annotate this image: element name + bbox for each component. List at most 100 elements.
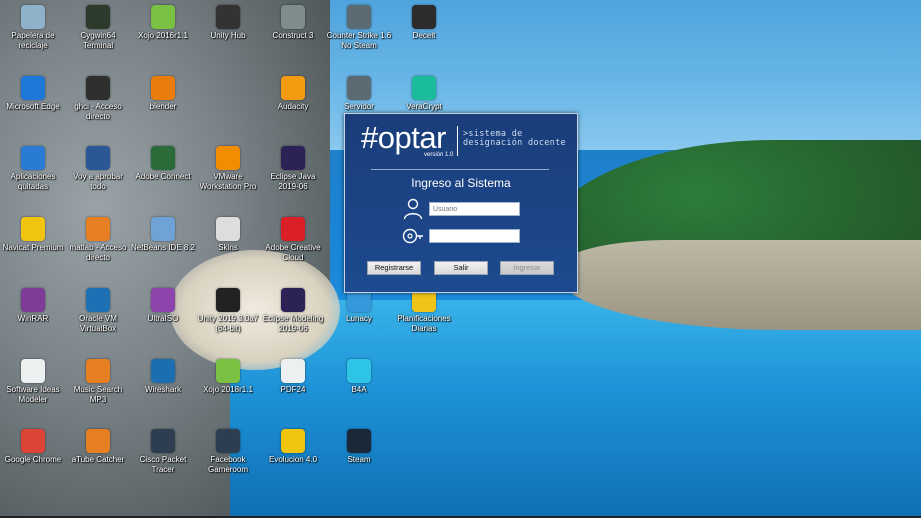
desktop-icon-label: Skins bbox=[218, 243, 238, 252]
deceit-icon bbox=[412, 5, 436, 29]
app-subtitle: >sistema de designación docente bbox=[463, 130, 566, 148]
exit-button[interactable]: Salir bbox=[434, 261, 488, 275]
username-input[interactable] bbox=[429, 202, 520, 216]
desktop-icon-label: Steam bbox=[347, 455, 371, 464]
blender-icon bbox=[151, 76, 175, 100]
desktop-icon[interactable]: PDF24 bbox=[260, 359, 326, 395]
desktop-icon-label: Xojo 2016r1.1 bbox=[138, 31, 188, 40]
audacity-icon bbox=[281, 76, 305, 100]
desktop-icon[interactable]: ghci - Acceso directo bbox=[65, 76, 131, 122]
desktop-icon[interactable]: Construct 3 bbox=[260, 5, 326, 41]
adobe-connect-icon bbox=[151, 146, 175, 170]
desktop-icon[interactable]: WinRAR bbox=[0, 288, 66, 324]
netbeans-icon bbox=[151, 217, 175, 241]
desktop-icon[interactable]: Cisco Packet Tracer bbox=[130, 429, 196, 475]
chrome-icon bbox=[21, 429, 45, 453]
desktop-icon-label: Papelera de reciclaje bbox=[11, 31, 55, 50]
desktop-icon-label: Adobe Creative Cloud bbox=[265, 243, 321, 262]
desktop-icon[interactable]: Audacity bbox=[260, 76, 326, 112]
desktop-icon[interactable]: Evolucion 4.0 bbox=[260, 429, 326, 465]
desktop-icon[interactable]: Steam bbox=[326, 429, 392, 465]
desktop-icon-label: Eclipse Java 2019-06 bbox=[270, 172, 316, 191]
desktop-icon-label: ghci - Acceso directo bbox=[74, 102, 122, 121]
xojo-icon bbox=[216, 359, 240, 383]
navicat-icon bbox=[21, 217, 45, 241]
file-icon bbox=[216, 217, 240, 241]
desktop-icon[interactable]: Wireshark bbox=[130, 359, 196, 395]
desktop-icon-label: aTube Catcher bbox=[71, 455, 125, 464]
desktop-icon[interactable]: Cygwin64 Terminal bbox=[65, 5, 131, 51]
desktop-icon[interactable]: Skins bbox=[195, 217, 261, 253]
login-heading: Ingreso al Sistema bbox=[411, 176, 511, 190]
desktop-icon-label: Adobe Connect bbox=[135, 172, 191, 181]
desktop-icon-label: B4A bbox=[351, 385, 367, 394]
veracrypt-icon bbox=[412, 76, 436, 100]
register-button[interactable]: Registrarse bbox=[367, 261, 421, 275]
desktop-icon[interactable]: Xojo 2018r1.1 bbox=[195, 359, 261, 395]
packet-tracer-icon bbox=[151, 429, 175, 453]
desktop-icon[interactable]: Deceit bbox=[391, 5, 457, 41]
eclipse-modeling-icon bbox=[281, 288, 305, 312]
desktop-icon-label: NetBeans IDE 8.2 bbox=[130, 243, 196, 252]
desktop-icon-label: Navicat Premium bbox=[2, 243, 64, 252]
desktop-icon-label: Google Chrome bbox=[4, 455, 62, 464]
desktop-icon-label: Unity 2019.3.0a7 (64-bit) bbox=[197, 314, 259, 333]
edge-icon bbox=[21, 76, 45, 100]
pdf24-icon bbox=[281, 359, 305, 383]
desktop-icon[interactable]: Counter Strike 1.6 No Steam bbox=[326, 5, 392, 51]
desktop-icon-label: Aplicaciones quitadas bbox=[10, 172, 56, 191]
desktop-icon[interactable]: Eclipse Modeling 2019-06 bbox=[260, 288, 326, 334]
desktop-icon[interactable]: UltraISO bbox=[130, 288, 196, 324]
desktop-icon[interactable]: Aplicaciones quitadas bbox=[0, 146, 66, 192]
unity-editor-icon bbox=[216, 288, 240, 312]
desktop-icon[interactable]: Unity Hub bbox=[195, 5, 261, 41]
desktop-icon-label: Voy a aprobar todo bbox=[73, 172, 123, 191]
desktop-icon[interactable]: Papelera de reciclaje bbox=[0, 5, 66, 51]
desktop-icon[interactable]: Music Search MP3 bbox=[65, 359, 131, 405]
desktop-icon[interactable]: VMware Workstation Pro bbox=[195, 146, 261, 192]
desktop-icon-label: Music Search MP3 bbox=[73, 385, 123, 404]
subtitle-line-2: designación docente bbox=[463, 138, 566, 148]
desktop-icon[interactable]: Eclipse Java 2019-06 bbox=[260, 146, 326, 192]
password-input[interactable] bbox=[429, 229, 520, 243]
desktop-icon[interactable]: Navicat Premium bbox=[0, 217, 66, 253]
desktop-icon[interactable]: Software Ideas Modeler bbox=[0, 359, 66, 405]
desktop-icon[interactable]: Voy a aprobar todo bbox=[65, 146, 131, 192]
desktop-icon[interactable]: Google Chrome bbox=[0, 429, 66, 465]
app-logo: #optar bbox=[361, 120, 446, 155]
recycle-bin-icon bbox=[21, 5, 45, 29]
logo-divider bbox=[457, 126, 458, 156]
desktop-icon-label: Wireshark bbox=[144, 385, 181, 394]
desktop-icon[interactable]: aTube Catcher bbox=[65, 429, 131, 465]
matlab-icon bbox=[86, 217, 110, 241]
steam-icon bbox=[347, 429, 371, 453]
unity-icon bbox=[216, 5, 240, 29]
desktop-icon[interactable]: VeraCrypt bbox=[391, 76, 457, 112]
desktop-icon[interactable]: blender bbox=[130, 76, 196, 112]
desktop-icon-label: Oracle VM VirtualBox bbox=[79, 314, 117, 333]
ideas-modeler-icon bbox=[21, 359, 45, 383]
desktop-icon-label: UltraISO bbox=[147, 314, 179, 323]
desktop-icon[interactable]: Unity 2019.3.0a7 (64-bit) bbox=[195, 288, 261, 334]
desktop-icon-label: Lunacy bbox=[346, 314, 372, 323]
desktop-icon[interactable]: Oracle VM VirtualBox bbox=[65, 288, 131, 334]
desktop-icon-label: Deceit bbox=[412, 31, 436, 40]
desktop-icon-label: Cisco Packet Tracer bbox=[139, 455, 187, 474]
desktop-icon[interactable]: Adobe Creative Cloud bbox=[260, 217, 326, 263]
desktop-icon[interactable]: NetBeans IDE 8.2 bbox=[130, 217, 196, 253]
desktop-icon[interactable]: B4A bbox=[326, 359, 392, 395]
desktop-icon-label: Counter Strike 1.6 No Steam bbox=[326, 31, 392, 50]
desktop-icon-label: Xojo 2018r1.1 bbox=[203, 385, 253, 394]
desktop-icon[interactable]: Lunacy bbox=[326, 288, 392, 324]
atube-icon bbox=[86, 429, 110, 453]
music-search-icon bbox=[86, 359, 110, 383]
desktop-icon[interactable]: Adobe Connect bbox=[130, 146, 196, 182]
desktop-icon[interactable]: Planificaciones Diarias bbox=[391, 288, 457, 334]
desktop-icon[interactable]: Microsoft Edge bbox=[0, 76, 66, 112]
desktop-icon[interactable]: Servidor bbox=[326, 76, 392, 112]
desktop-icon[interactable]: Xojo 2016r1.1 bbox=[130, 5, 196, 41]
desktop-icon-label: Facebook Gameroom bbox=[207, 455, 248, 474]
desktop-icon[interactable]: Facebook Gameroom bbox=[195, 429, 261, 475]
login-button[interactable]: Ingresar bbox=[500, 261, 554, 275]
desktop-icon[interactable]: matlab - Acceso directo bbox=[65, 217, 131, 263]
